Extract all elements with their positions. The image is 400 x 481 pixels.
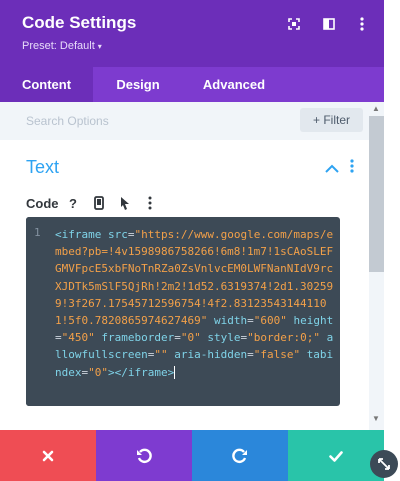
code-text[interactable]: <iframe src="https://www.google.com/maps… (55, 226, 335, 381)
scroll-down-arrow-icon[interactable]: ▼ (372, 414, 380, 423)
line-number: 1 (34, 226, 41, 239)
cancel-button[interactable] (0, 430, 96, 481)
code-settings-panel: Code Settings Preset: Default ▾ Content D… (0, 0, 384, 481)
scroll-up-arrow-icon[interactable]: ▲ (372, 104, 380, 113)
tab-content[interactable]: Content (0, 67, 93, 102)
tab-bar: Content Design Advanced (0, 67, 384, 102)
section-more-icon[interactable] (350, 159, 356, 175)
panel-header: Code Settings Preset: Default ▾ (0, 0, 384, 67)
sidebar-icon[interactable] (321, 16, 337, 32)
fullscreen-icon[interactable] (286, 16, 302, 32)
panel-title: Code Settings (22, 13, 137, 32)
tab-design[interactable]: Design (93, 67, 183, 102)
code-editor[interactable]: 1 <iframe src="https://www.google.com/ma… (26, 217, 340, 406)
section-title[interactable]: Text (26, 157, 59, 178)
filter-button[interactable]: + Filter (300, 108, 363, 132)
undo-icon (137, 448, 152, 463)
undo-button[interactable] (96, 430, 192, 481)
preset-label: Preset: Default (22, 40, 95, 52)
more-icon[interactable] (354, 16, 370, 32)
code-field-label: Code (26, 196, 59, 211)
redo-button[interactable] (192, 430, 288, 481)
field-more-icon[interactable] (141, 194, 159, 212)
help-icon[interactable]: ? (64, 194, 82, 212)
chevron-up-icon[interactable] (325, 161, 339, 173)
redo-icon (232, 448, 247, 463)
action-footer (0, 430, 384, 481)
close-icon (42, 450, 54, 461)
check-icon (329, 450, 343, 462)
resize-handle-icon[interactable] (370, 450, 398, 478)
mobile-icon[interactable] (90, 194, 108, 212)
search-placeholder: Search Options (26, 114, 109, 128)
tab-advanced[interactable]: Advanced (183, 67, 285, 102)
preset-dropdown[interactable]: Preset: Default ▾ (22, 40, 102, 52)
scrollbar-thumb[interactable] (369, 116, 384, 272)
svg-text:?: ? (69, 196, 77, 210)
pointer-icon[interactable] (116, 194, 134, 212)
chevron-down-icon: ▾ (97, 42, 102, 51)
line-gutter: 1 (26, 217, 52, 406)
save-button[interactable] (288, 430, 384, 481)
